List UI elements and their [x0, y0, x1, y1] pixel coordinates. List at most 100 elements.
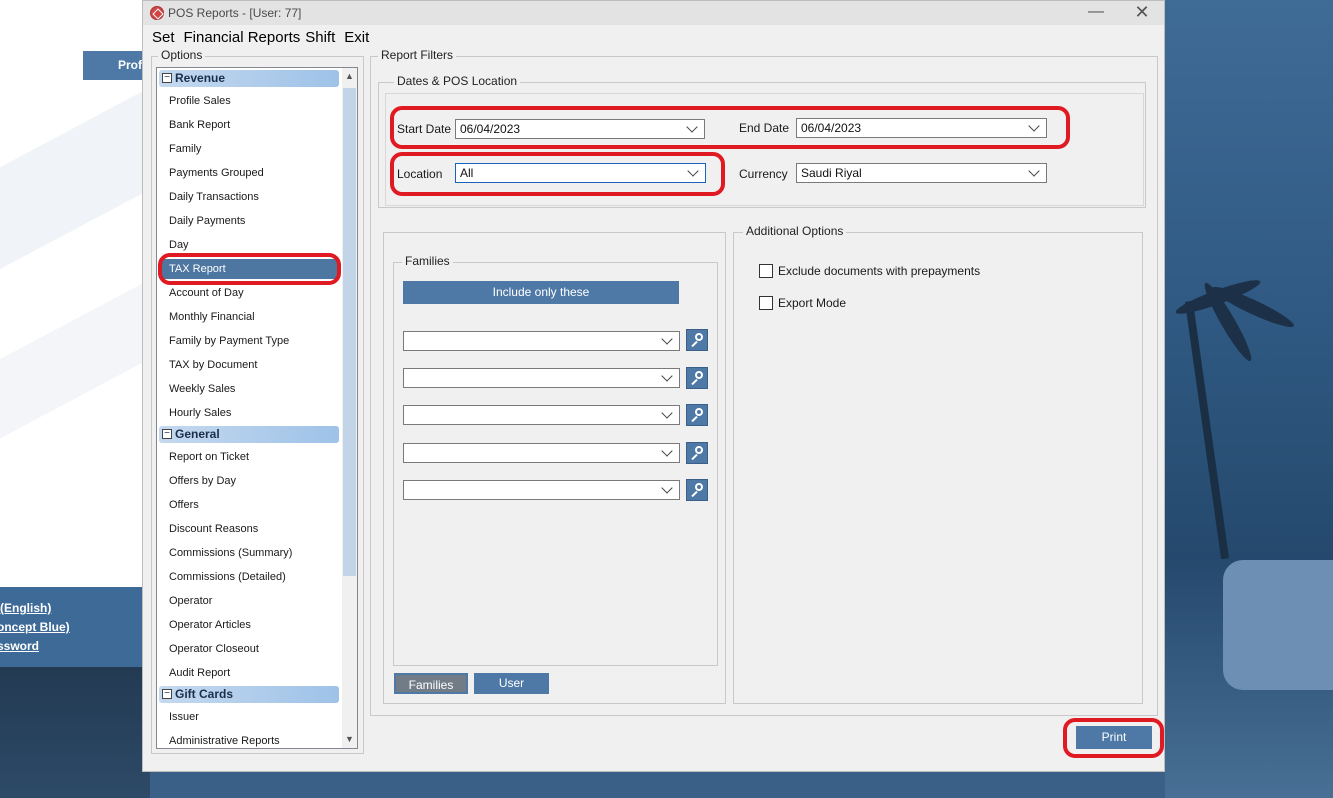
bg-stripe	[0, 50, 150, 280]
additional-options-legend: Additional Options	[743, 224, 847, 238]
background-link-panel: (English) oncept Blue) ssword	[0, 587, 150, 667]
category-gift-cards[interactable]: − Gift Cards	[159, 686, 339, 703]
dates-location-legend: Dates & POS Location	[394, 74, 521, 88]
background-right	[1163, 0, 1333, 798]
option-payments-grouped[interactable]: Payments Grouped	[169, 163, 264, 183]
option-commissions-detailed[interactable]: Commissions (Detailed)	[169, 567, 286, 587]
option-report-on-ticket[interactable]: Report on Ticket	[169, 447, 249, 467]
start-date-value: 06/04/2023	[460, 122, 521, 136]
export-mode-checkbox[interactable]	[759, 296, 773, 310]
end-date-value: 06/04/2023	[801, 121, 862, 135]
option-family-by-payment-type[interactable]: Family by Payment Type	[169, 331, 289, 351]
option-operator[interactable]: Operator	[169, 591, 212, 611]
option-operator-closeout[interactable]: Operator Closeout	[169, 639, 259, 659]
chevron-down-icon[interactable]	[1028, 120, 1040, 132]
options-legend: Options	[158, 48, 206, 62]
option-issuer[interactable]: Issuer	[169, 707, 199, 727]
option-discount-reasons[interactable]: Discount Reasons	[169, 519, 258, 539]
category-label: General	[175, 427, 220, 441]
collapse-icon[interactable]: −	[162, 73, 172, 83]
option-administrative-reports[interactable]: Administrative Reports	[169, 731, 280, 748]
dates-inner-panel	[385, 93, 1144, 206]
family-select-2[interactable]	[403, 368, 680, 388]
option-weekly-sales[interactable]: Weekly Sales	[169, 379, 235, 399]
chevron-down-icon[interactable]	[687, 165, 699, 177]
tab-families[interactable]: Families	[394, 673, 468, 694]
families-group	[393, 262, 718, 666]
scroll-up-icon[interactable]: ▲	[344, 71, 355, 81]
tab-user[interactable]: User	[474, 673, 549, 694]
export-mode-label: Export Mode	[778, 296, 847, 310]
currency-select[interactable]: Saudi Riyal	[796, 163, 1047, 183]
category-general[interactable]: − General	[159, 426, 339, 443]
scroll-down-icon[interactable]: ▼	[344, 734, 355, 744]
option-bank-report[interactable]: Bank Report	[169, 115, 230, 135]
search-icon-handle	[691, 378, 698, 386]
options-tree[interactable]: − Revenue Profile Sales Bank Report Fami…	[156, 67, 358, 749]
chevron-down-icon[interactable]	[686, 121, 698, 133]
password-link[interactable]: ssword	[0, 637, 150, 656]
option-account-of-day[interactable]: Account of Day	[169, 283, 244, 303]
currency-label: Currency	[739, 167, 788, 181]
include-only-these-button[interactable]: Include only these	[403, 281, 679, 304]
collapse-icon[interactable]: −	[162, 429, 172, 439]
chevron-down-icon[interactable]	[661, 445, 673, 457]
option-daily-payments[interactable]: Daily Payments	[169, 211, 245, 231]
family-select-3[interactable]	[403, 405, 680, 425]
category-label: Gift Cards	[175, 687, 234, 701]
background-photo	[0, 667, 150, 798]
family-search-button-2[interactable]	[686, 367, 708, 389]
background-bottom	[150, 772, 1165, 798]
background-tab: Profi	[83, 51, 150, 80]
report-filters-legend: Report Filters	[378, 48, 457, 62]
family-search-button-3[interactable]	[686, 404, 708, 426]
option-offers-by-day[interactable]: Offers by Day	[169, 471, 236, 491]
family-search-button-1[interactable]	[686, 329, 708, 351]
search-icon-handle	[691, 415, 698, 423]
category-revenue[interactable]: − Revenue	[159, 70, 339, 87]
sofa	[1223, 560, 1333, 690]
option-tax-report[interactable]: TAX Report	[159, 259, 339, 279]
option-audit-report[interactable]: Audit Report	[169, 663, 230, 683]
exclude-prepayments-label: Exclude documents with prepayments	[778, 264, 981, 278]
location-label: Location	[397, 167, 443, 181]
option-day[interactable]: Day	[169, 235, 189, 255]
option-profile-sales[interactable]: Profile Sales	[169, 91, 231, 111]
bg-stripe	[0, 228, 150, 442]
option-offers[interactable]: Offers	[169, 495, 199, 515]
print-button[interactable]: Print	[1076, 726, 1152, 749]
end-date-label: End Date	[739, 121, 790, 135]
family-select-5[interactable]	[403, 480, 680, 500]
chevron-down-icon[interactable]	[1028, 165, 1040, 177]
option-daily-transactions[interactable]: Daily Transactions	[169, 187, 259, 207]
family-search-button-4[interactable]	[686, 442, 708, 464]
start-date-picker[interactable]: 06/04/2023	[455, 119, 705, 139]
chevron-down-icon[interactable]	[661, 370, 673, 382]
family-select-1[interactable]	[403, 331, 680, 351]
start-date-label: Start Date	[397, 122, 452, 136]
option-tax-by-document[interactable]: TAX by Document	[169, 355, 257, 375]
end-date-picker[interactable]: 06/04/2023	[796, 118, 1047, 138]
chevron-down-icon[interactable]	[661, 333, 673, 345]
scroll-thumb[interactable]	[343, 88, 356, 576]
option-operator-articles[interactable]: Operator Articles	[169, 615, 251, 635]
category-label: Revenue	[175, 71, 226, 85]
chevron-down-icon[interactable]	[661, 407, 673, 419]
option-hourly-sales[interactable]: Hourly Sales	[169, 403, 231, 423]
background-left: Profi (English) oncept Blue) ssword	[0, 0, 150, 798]
family-select-4[interactable]	[403, 443, 680, 463]
language-link[interactable]: (English)	[0, 599, 150, 618]
palm-tree	[1184, 300, 1230, 560]
location-select[interactable]: All	[455, 163, 706, 183]
option-family[interactable]: Family	[169, 139, 201, 159]
option-commissions-summary[interactable]: Commissions (Summary)	[169, 543, 292, 563]
exclude-prepayments-checkbox[interactable]	[759, 264, 773, 278]
family-search-button-5[interactable]	[686, 479, 708, 501]
options-scrollbar[interactable]: ▲ ▼	[342, 68, 357, 748]
option-monthly-financial[interactable]: Monthly Financial	[169, 307, 255, 327]
search-icon-handle	[691, 490, 698, 498]
window-content: Options − Revenue Profile Sales Bank Rep…	[142, 0, 1165, 772]
chevron-down-icon[interactable]	[661, 482, 673, 494]
theme-link[interactable]: oncept Blue)	[0, 618, 150, 637]
collapse-icon[interactable]: −	[162, 689, 172, 699]
